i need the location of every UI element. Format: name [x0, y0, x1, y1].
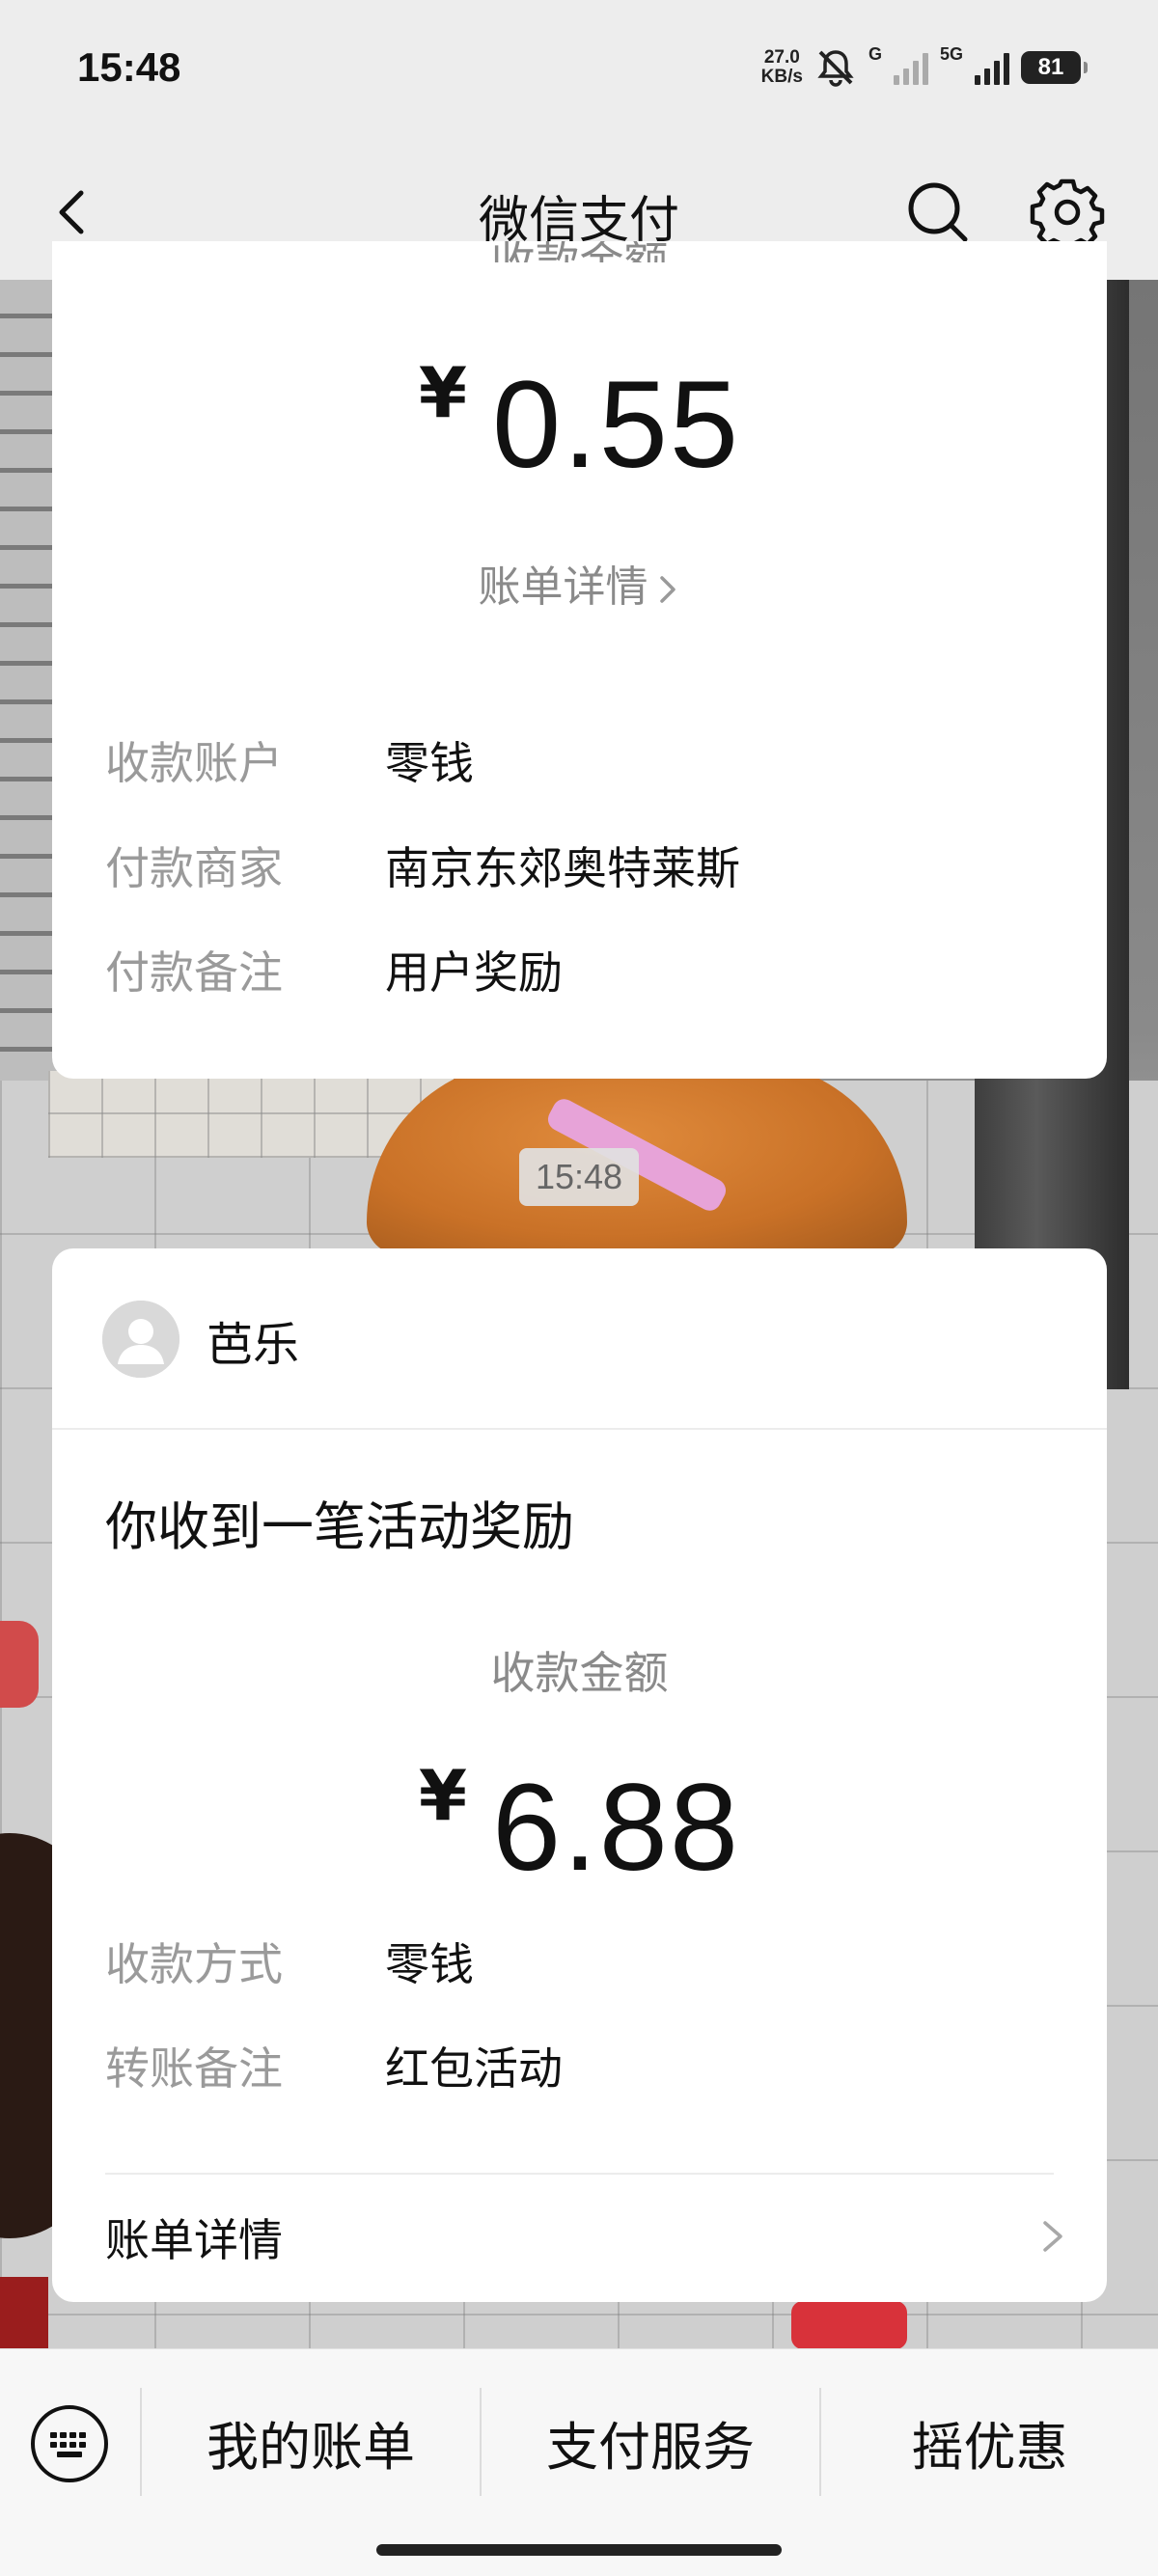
user-avatar-icon [102, 1301, 179, 1378]
status-time: 15:48 [77, 44, 181, 90]
detail-value: 红包活动 [385, 2042, 563, 2095]
detail-value: 用户奖励 [385, 946, 563, 999]
bill-details-row[interactable]: 账单详情 [105, 2206, 1068, 2273]
message-title: 你收到一笔活动奖励 [105, 1496, 574, 1557]
detail-key: 转账备注 [105, 2042, 283, 2095]
message-timestamp: 15:48 [519, 1148, 639, 1206]
detail-value: 零钱 [385, 737, 474, 789]
bill-details-label: 账单详情 [478, 562, 648, 612]
currency-symbol: ¥ [418, 1755, 467, 1836]
mute-bell-icon [817, 50, 854, 87]
detail-key: 付款备注 [105, 946, 283, 999]
network-speed-value: 27.0 [763, 47, 800, 68]
detail-value: 零钱 [385, 1938, 474, 1990]
sender-header[interactable]: 芭乐 [52, 1248, 1107, 1430]
keyboard-button[interactable] [29, 2403, 110, 2484]
network-speed: 27.0 KB/s [761, 48, 803, 87]
menu-payment-services[interactable]: 支付服务 [482, 2388, 819, 2496]
bill-details-label: 账单详情 [105, 2214, 283, 2266]
payment-card-2[interactable]: 芭乐 你收到一笔活动奖励 收款金额 ¥6.88 收款方式 零钱 转账备注 红包活… [52, 1248, 1107, 2302]
sim2-label: 5G [939, 44, 963, 64]
divider [105, 2173, 1054, 2175]
amount-display: ¥6.88 [52, 1755, 1107, 1899]
sim1-signal-icon [893, 50, 928, 85]
photo-red-shoe [791, 2301, 907, 2349]
battery-icon: 81 [1021, 51, 1088, 84]
payment-card-1: 收款金额 ¥0.55 账单详情 收款账户 零钱 付款商家 南京东郊奥特莱斯 付款… [52, 241, 1107, 1079]
detail-key: 收款方式 [105, 1938, 283, 1990]
menu-shake-offers[interactable]: 摇优惠 [821, 2388, 1158, 2496]
status-bar: 15:48 27.0 KB/s G 5G 81 [0, 0, 1158, 145]
sender-name: 芭乐 [207, 1318, 300, 1372]
bill-details-link[interactable]: 账单详情 [52, 552, 1107, 614]
avatar[interactable] [102, 1301, 179, 1378]
detail-key: 收款账户 [105, 737, 283, 789]
amount-display: ¥0.55 [52, 352, 1107, 496]
detail-value: 南京东郊奥特莱斯 [385, 842, 740, 894]
menu-my-bills[interactable]: 我的账单 [142, 2388, 480, 2496]
chevron-right-icon [1043, 2221, 1062, 2252]
amount-value: 0.55 [491, 356, 741, 494]
keyboard-icon [31, 2405, 108, 2482]
amount-label-cut: 收款金额 [52, 241, 1107, 262]
home-indicator[interactable] [376, 2544, 782, 2556]
amount-label: 收款金额 [490, 1647, 669, 1699]
bottom-menu-bar: 我的账单 支付服务 摇优惠 [0, 2348, 1158, 2576]
sim1-label: G [868, 44, 882, 64]
chevron-right-icon [659, 576, 676, 603]
amount-value: 6.88 [491, 1759, 741, 1897]
currency-symbol: ¥ [418, 352, 467, 433]
photo-red-object [0, 1621, 39, 1708]
detail-key: 付款商家 [105, 842, 283, 894]
network-speed-unit: KB/s [760, 67, 803, 87]
status-icons: 27.0 KB/s G 5G 81 [761, 41, 1088, 95]
sim2-signal-icon [975, 50, 1009, 85]
